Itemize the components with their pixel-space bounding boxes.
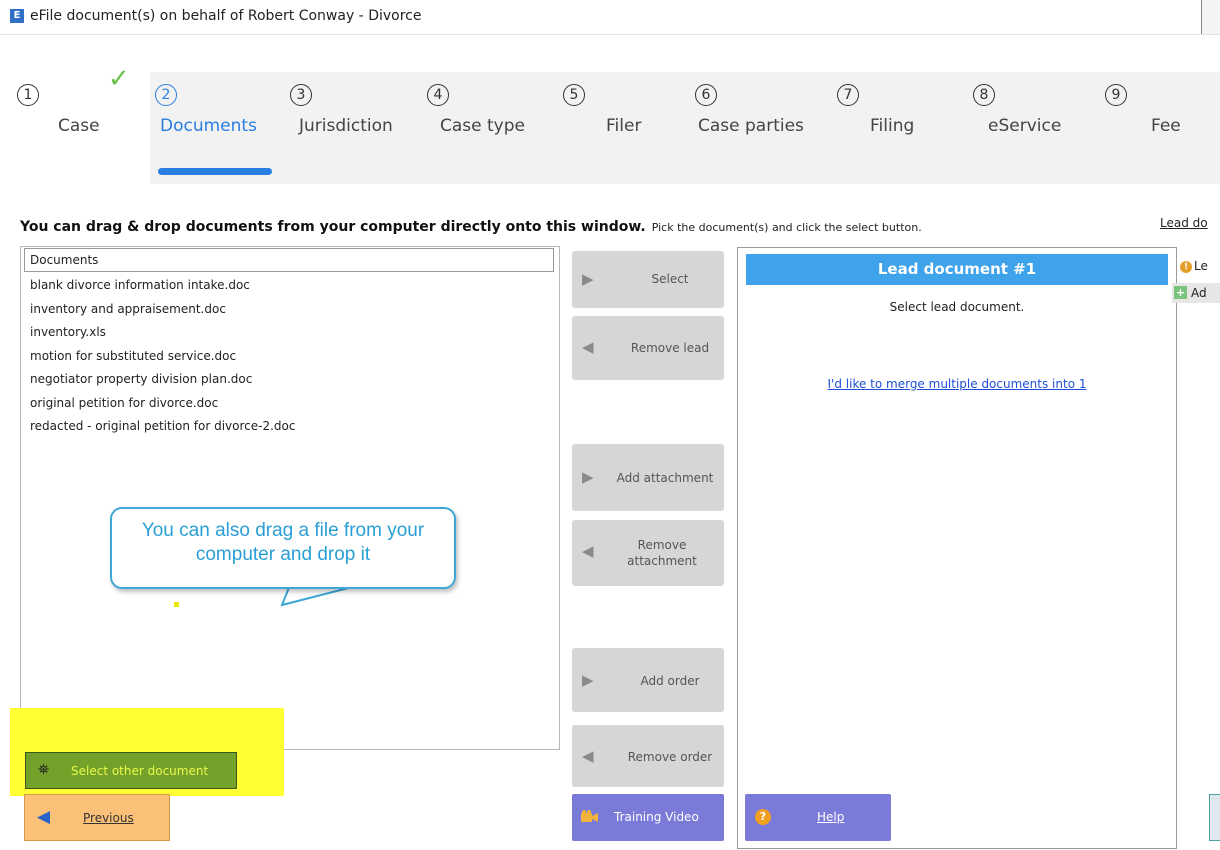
add-attachment-label: Add attachment (616, 471, 714, 485)
step-label: Case (58, 116, 100, 136)
check-icon: ✓ (108, 64, 130, 94)
next-button-partial[interactable] (1209, 794, 1220, 841)
remove-lead-button[interactable]: ◀ Remove lead (572, 316, 724, 380)
step-number: 4 (427, 84, 449, 106)
side-lead-item[interactable]: ! Le (1172, 254, 1220, 278)
step-number: 2 (155, 84, 177, 106)
app-icon: E (10, 9, 24, 23)
plus-icon: + (1174, 286, 1187, 299)
warning-icon: ! (1180, 261, 1192, 273)
play-right-icon: ▶ (582, 270, 594, 288)
play-left-icon: ◀ (582, 338, 594, 356)
question-icon: ? (755, 809, 771, 825)
merge-documents-link[interactable]: I'd like to merge multiple documents int… (738, 377, 1176, 391)
step-label: Filer (606, 116, 642, 136)
title-bar: E eFile document(s) on behalf of Robert … (0, 0, 1220, 35)
cursor-marker (174, 602, 179, 607)
add-order-label: Add order (640, 674, 700, 688)
training-video-label: Training Video (614, 810, 699, 824)
remove-lead-label: Remove lead (630, 341, 710, 355)
step-number: 1 (17, 84, 39, 106)
training-video-button[interactable]: Training Video (572, 794, 724, 841)
step-fee[interactable]: 9 Fee (1094, 72, 1220, 184)
step-number: 7 (837, 84, 859, 106)
help-label: Help (817, 810, 845, 824)
lead-document-link[interactable]: Lead do (1160, 216, 1208, 230)
side-add-label: Ad (1191, 286, 1207, 300)
previous-label: Previous (83, 811, 134, 825)
list-item[interactable]: negotiator property division plan.doc (30, 372, 296, 396)
step-case-type[interactable]: 4 Case type (414, 72, 544, 184)
video-camera-icon (581, 810, 598, 822)
active-step-indicator (158, 168, 272, 175)
step-label: eService (988, 116, 1062, 136)
list-item[interactable]: inventory.xls (30, 325, 296, 349)
step-case-parties[interactable]: 6 Case parties (674, 72, 814, 184)
documents-list[interactable]: Documents blank divorce information inta… (20, 246, 560, 750)
list-item[interactable]: blank divorce information intake.doc (30, 278, 296, 302)
step-label: Fee (1151, 116, 1181, 136)
step-number: 3 (290, 84, 312, 106)
step-label: Filing (870, 116, 915, 136)
lead-document-header: Lead document #1 (746, 254, 1168, 285)
step-eservice[interactable]: 8 eService (944, 72, 1094, 184)
remove-attachment-label: Remove attachment (627, 538, 697, 568)
previous-arrow-icon: ◀ (37, 807, 51, 827)
step-number: 5 (563, 84, 585, 106)
play-right-icon: ▶ (582, 671, 594, 689)
add-attachment-button[interactable]: ▶ Add attachment (572, 444, 724, 511)
play-right-icon: ▶ (582, 468, 594, 486)
play-left-icon: ◀ (582, 747, 594, 765)
previous-button[interactable]: ◀ Previous (24, 794, 170, 841)
step-number: 9 (1105, 84, 1127, 106)
drag-drop-tooltip: You can also drag a file from your compu… (110, 507, 456, 589)
lead-document-panel[interactable]: Lead document #1 Select lead document. I… (737, 247, 1177, 849)
step-label: Documents (160, 116, 257, 136)
documents-items: blank divorce information intake.doc inv… (30, 278, 296, 443)
step-number: 6 (695, 84, 717, 106)
instructions-main: You can drag & drop documents from your … (20, 219, 646, 235)
list-item[interactable]: redacted - original petition for divorce… (30, 419, 296, 443)
window-title: eFile document(s) on behalf of Robert Co… (30, 8, 422, 24)
drag-drop-instructions: You can drag & drop documents from your … (20, 219, 922, 235)
select-other-label: Select other document (71, 764, 209, 778)
list-item[interactable]: inventory and appraisement.doc (30, 302, 296, 326)
list-item[interactable]: motion for substituted service.doc (30, 349, 296, 373)
tooltip-text: You can also drag a file from your compu… (141, 520, 425, 565)
play-left-icon: ◀ (582, 542, 594, 560)
select-other-document-button[interactable]: ⛯ Select other document (25, 752, 237, 789)
side-lead-label: Le (1194, 259, 1208, 273)
remove-order-label: Remove order (627, 750, 713, 764)
side-add-item[interactable]: + Ad (1172, 283, 1220, 303)
help-button[interactable]: ? Help (745, 794, 891, 841)
lead-document-prompt: Select lead document. (889, 300, 1025, 314)
select-button-label: Select (651, 272, 689, 286)
select-button[interactable]: ▶ Select (572, 251, 724, 308)
remove-attachment-button[interactable]: ◀ Remove attachment (572, 520, 724, 586)
step-label: Jurisdiction (299, 116, 393, 136)
step-jurisdiction[interactable]: 3 Jurisdiction (284, 72, 414, 184)
window-control-button[interactable] (1201, 0, 1220, 34)
step-filing[interactable]: 7 Filing (814, 72, 944, 184)
step-label: Case parties (698, 116, 804, 136)
instructions-sub: Pick the document(s) and click the selec… (651, 221, 922, 234)
add-order-button[interactable]: ▶ Add order (572, 648, 724, 712)
remove-order-button[interactable]: ◀ Remove order (572, 725, 724, 787)
step-number: 8 (973, 84, 995, 106)
documents-list-header: Documents (24, 248, 554, 272)
list-item[interactable]: original petition for divorce.doc (30, 396, 296, 420)
binoculars-icon: ⛯ (38, 762, 50, 778)
step-label: Case type (440, 116, 525, 136)
step-filer[interactable]: 5 Filer (544, 72, 674, 184)
